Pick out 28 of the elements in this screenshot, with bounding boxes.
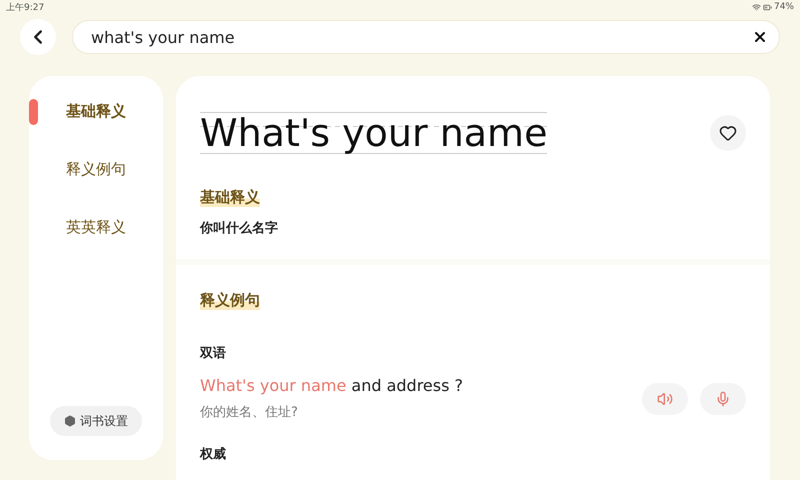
sidebar-item[interactable]: 基础释义: [29, 96, 163, 154]
heart-icon: [719, 124, 737, 142]
sidebar-item[interactable]: 释义例句: [29, 154, 163, 212]
back-button[interactable]: [20, 19, 56, 55]
microphone-icon: [715, 390, 731, 406]
wifi-icon: [752, 2, 761, 12]
speaker-button[interactable]: [642, 382, 688, 414]
status-time: 上午9:27: [6, 2, 44, 14]
battery-icon: [762, 2, 772, 12]
hexagon-icon: [64, 415, 76, 427]
speaker-icon: [657, 390, 673, 406]
group-label: 双语: [200, 345, 226, 362]
group-label: 权威: [200, 446, 226, 463]
close-button[interactable]: [752, 29, 768, 45]
headword: What's your name: [200, 112, 548, 154]
section-heading: 释义例句: [200, 291, 260, 310]
section-heading: 基础释义: [200, 188, 260, 207]
battery-level: 74%: [774, 2, 794, 12]
search-field[interactable]: what's your name: [72, 20, 780, 54]
selection-marker: [29, 99, 38, 125]
example-sentence: What's your name and address ?: [200, 376, 464, 395]
close-icon: [752, 29, 768, 45]
settings-button[interactable]: 词书设置: [50, 406, 142, 436]
favorite-button[interactable]: [710, 115, 746, 151]
microphone-button[interactable]: [700, 382, 746, 414]
sidebar-item[interactable]: 英英释义: [29, 212, 163, 270]
meaning-text: 你叫什么名字: [200, 220, 278, 237]
example-translation: 你的姓名、住址?: [200, 404, 299, 421]
